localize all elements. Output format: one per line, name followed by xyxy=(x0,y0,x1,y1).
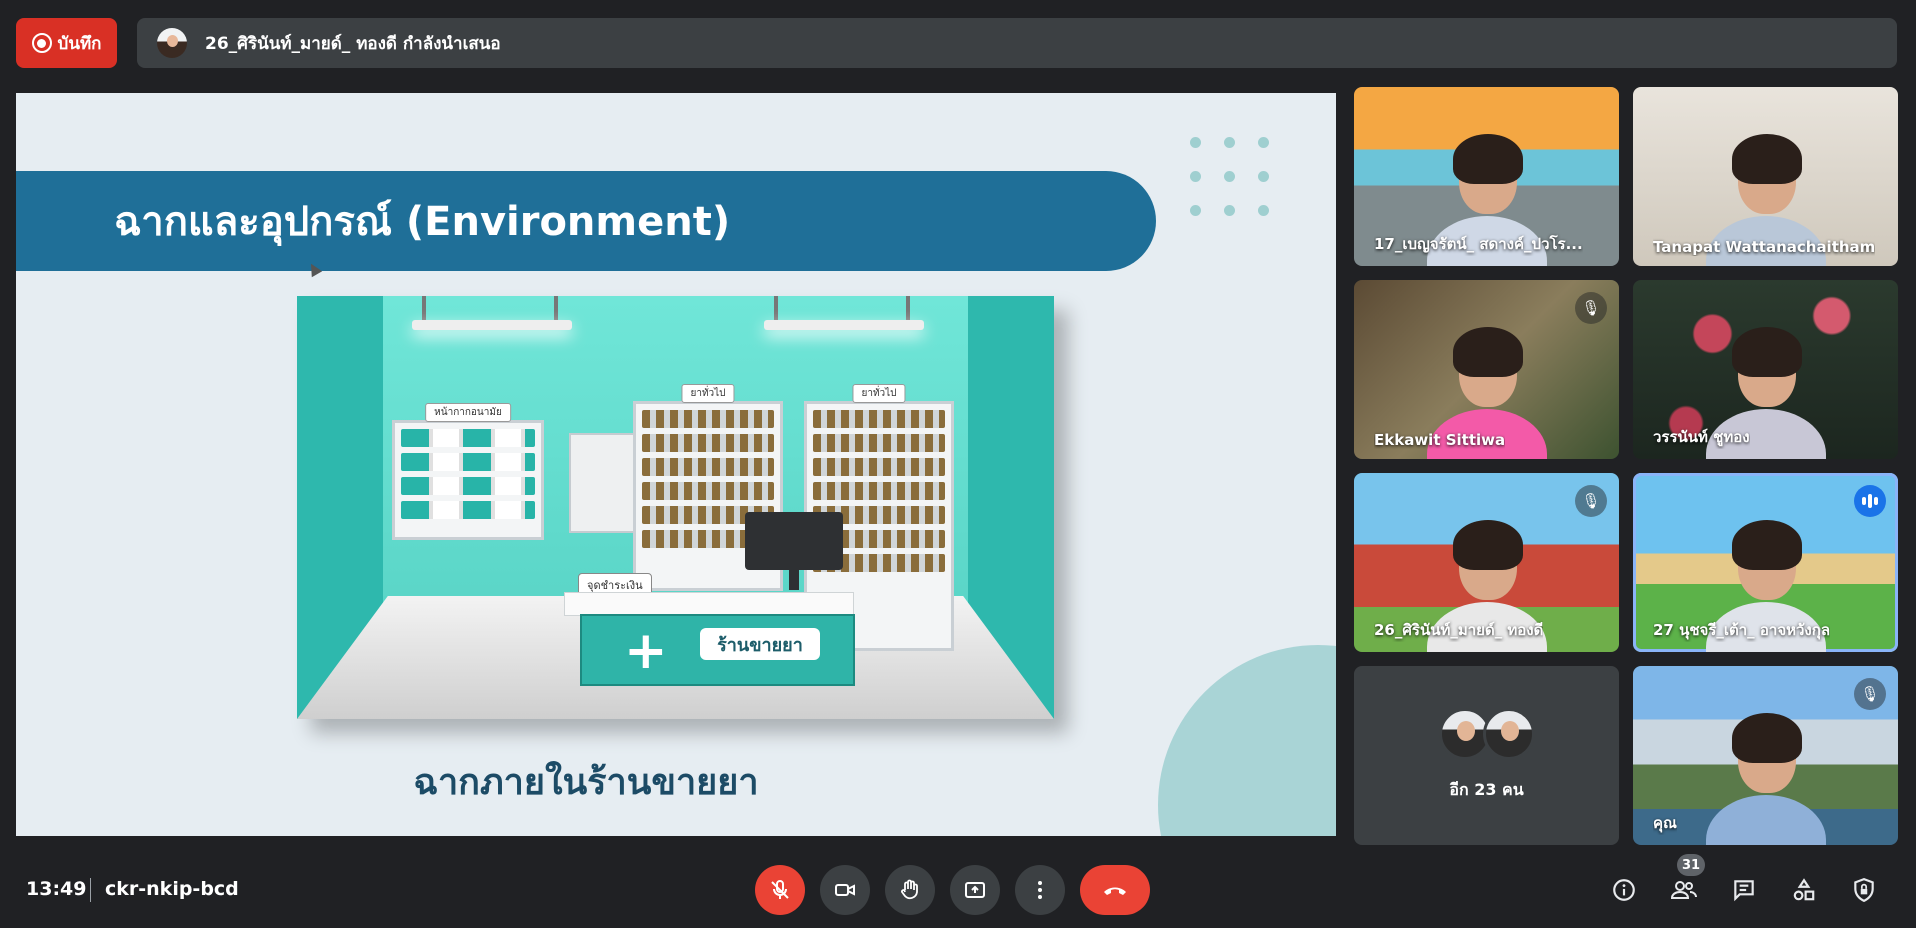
more-participants-label: อีก 23 คน xyxy=(1449,780,1524,799)
bottom-toolbar: 13:49 ckr-nkip-bcd 31 xyxy=(0,848,1916,928)
participant-name: Ekkawit Sittiwa xyxy=(1374,431,1506,449)
activities-button[interactable] xyxy=(1786,872,1822,908)
participant-name: Tanapat Wattanachaitham xyxy=(1653,238,1876,256)
speaking-indicator-icon xyxy=(1854,485,1886,517)
ceiling-lamp-icon xyxy=(412,296,572,330)
more-options-button[interactable] xyxy=(1015,865,1065,915)
present-screen-button[interactable] xyxy=(950,865,1000,915)
chat-button[interactable] xyxy=(1726,872,1762,908)
record-icon xyxy=(31,33,52,53)
avatar-stack xyxy=(1438,708,1535,760)
presenter-banner[interactable]: 26_ศิรินันท์_มายด์_ ทองดี กำลังนำเสนอ xyxy=(137,18,1897,68)
monitor-icon xyxy=(745,512,843,590)
participant-tile[interactable]: 🎙 26_ศิรินันท์_มายด์_ ทองดี xyxy=(1354,473,1619,652)
people-button[interactable] xyxy=(1666,872,1702,908)
leave-call-button[interactable] xyxy=(1080,865,1150,915)
shelf-tag: ยาทั่วไป xyxy=(852,384,906,403)
more-participants-tile[interactable]: อีก 23 คน xyxy=(1354,666,1619,845)
mic-toggle-button[interactable] xyxy=(755,865,805,915)
participant-name: 17_เบญจรัตน์_ สดางค์_ปวโร... xyxy=(1374,235,1583,253)
activities-icon xyxy=(1793,878,1815,901)
mic-off-icon: 🎙 xyxy=(1854,678,1886,710)
mic-off-icon: 🎙 xyxy=(1575,485,1607,517)
participant-name: คุณ xyxy=(1653,814,1677,832)
slide-decoration-dots xyxy=(1190,137,1269,216)
presenter-avatar xyxy=(157,28,187,58)
participant-name: 27 นุชจรี_เต้า_ อาจหวังกุล xyxy=(1653,621,1831,639)
cabinet xyxy=(569,433,635,533)
shelf-tag: ยาทั่วไป xyxy=(681,384,735,403)
participant-video xyxy=(1705,705,1826,845)
presenter-label: 26_ศิรินันท์_มายด์_ ทองดี กำลังนำเสนอ xyxy=(205,33,501,54)
camera-icon xyxy=(835,884,855,896)
more-vert-icon xyxy=(1038,881,1042,899)
recording-label: บันทึก xyxy=(57,33,102,54)
participant-tile[interactable]: Tanapat Wattanachaitham xyxy=(1633,87,1898,266)
ceiling-lamp-icon xyxy=(764,296,924,330)
chat-icon xyxy=(1734,880,1754,902)
meeting-info-button[interactable] xyxy=(1606,872,1642,908)
participant-count-badge: 31 xyxy=(1677,854,1706,876)
participant-name: 26_ศิรินันท์_มายด์_ ทองดี xyxy=(1374,621,1544,639)
shelf-tag: หน้ากากอนามัย xyxy=(425,403,511,422)
participant-tile[interactable]: วรรนันท์ ชูทอง xyxy=(1633,280,1898,459)
mask-shelf: หน้ากากอนามัย xyxy=(392,403,544,540)
raise-hand-button[interactable] xyxy=(885,865,935,915)
top-bar: บันทึก 26_ศิรินันท์_มายด์_ ทองดี กำลังนำ… xyxy=(0,0,1916,88)
divider xyxy=(90,878,91,902)
pharmacy-counter: + ร้านขายยา xyxy=(580,614,855,686)
self-tile[interactable]: 🎙 คุณ xyxy=(1633,666,1898,845)
mic-off-icon: 🎙 xyxy=(1575,292,1607,324)
host-controls-icon xyxy=(1854,878,1874,903)
avatar xyxy=(1482,708,1535,760)
camera-toggle-button[interactable] xyxy=(820,865,870,915)
store-sign: ร้านขายยา xyxy=(700,628,820,660)
participant-tile[interactable]: 🎙 Ekkawit Sittiwa xyxy=(1354,280,1619,459)
participant-name: วรรนันท์ ชูทอง xyxy=(1653,428,1750,446)
slide-caption: ฉากภายในร้านขายยา xyxy=(413,762,759,803)
phone-hangup-icon xyxy=(1104,887,1126,895)
participant-tile[interactable]: 17_เบญจรัตน์_ สดางค์_ปวโร... xyxy=(1354,87,1619,266)
meeting-code: ckr-nkip-bcd xyxy=(105,878,239,900)
people-icon xyxy=(1670,881,1697,899)
info-icon xyxy=(1613,879,1635,901)
meeting-time: 13:49 xyxy=(26,878,87,900)
slide-decoration-circle xyxy=(1158,645,1336,836)
participant-tile-speaking[interactable]: 27 นุชจรี_เต้า_ อาจหวังกุล xyxy=(1633,473,1898,652)
counter-top xyxy=(564,592,854,616)
hand-icon xyxy=(901,879,918,900)
presentation-stage[interactable]: ฉากและอุปกรณ์ (Environment) หน้ากากอนามั… xyxy=(16,93,1336,836)
pharmacy-cross-icon: + xyxy=(624,621,668,681)
recording-button[interactable]: บันทึก xyxy=(16,18,117,68)
slide-title: ฉากและอุปกรณ์ (Environment) xyxy=(16,171,1156,271)
mic-off-icon xyxy=(771,880,789,899)
host-controls-button[interactable] xyxy=(1846,872,1882,908)
present-icon xyxy=(965,882,985,898)
pharmacy-illustration: หน้ากากอนามัย ยาทั่วไป ยาทั่วไป จุดชำระเ… xyxy=(297,296,1054,719)
